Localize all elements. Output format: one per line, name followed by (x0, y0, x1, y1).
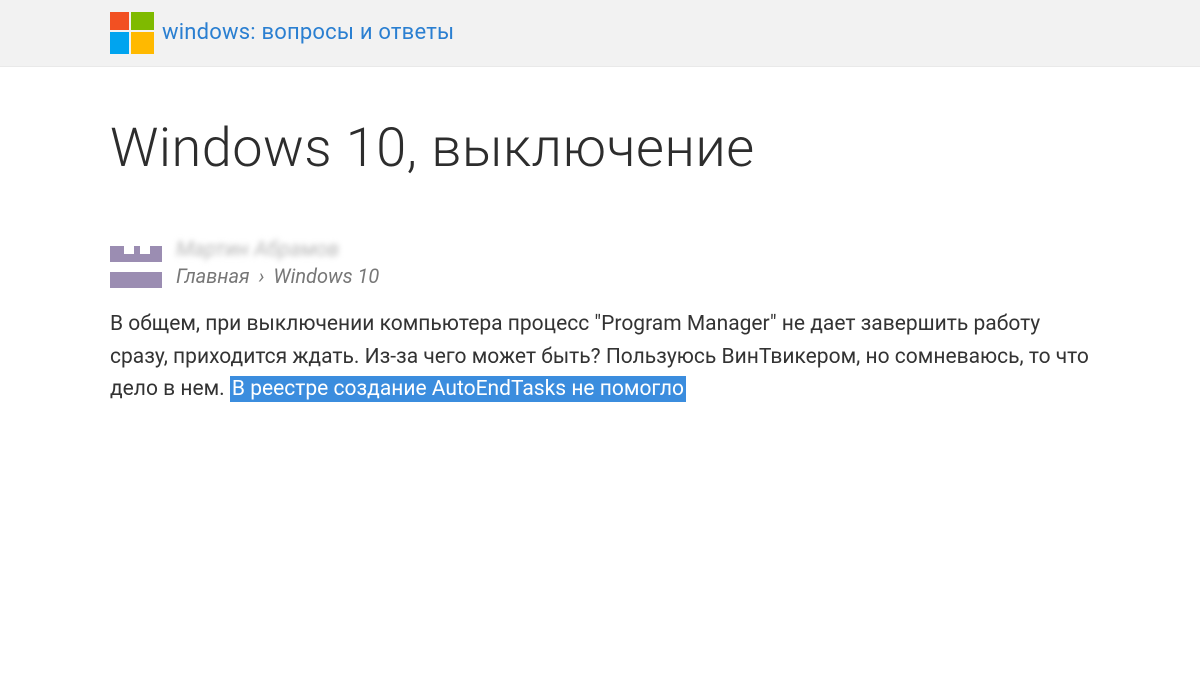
breadcrumb-separator: › (259, 264, 265, 288)
meta-text: Мартин Абрамов Главная › Windows 10 (176, 236, 379, 290)
windows-logo-icon (110, 12, 152, 52)
content: Windows 10, выключение Мартин Абрамов Гл… (110, 67, 1090, 406)
post-body-highlight: В реестре создание AutoEndTasks не помог… (230, 376, 686, 402)
page-title: Windows 10, выключение (110, 119, 1090, 178)
post-body: В общем, при выключении компьютера проце… (110, 308, 1090, 406)
topbar-inner: windows: вопросы и ответы (110, 12, 1090, 52)
author-name: Мартин Абрамов (176, 238, 379, 262)
topbar: windows: вопросы и ответы (0, 0, 1200, 67)
breadcrumb-category[interactable]: Windows 10 (273, 264, 379, 288)
site-title-link[interactable]: windows: вопросы и ответы (162, 20, 454, 45)
post-meta: Мартин Абрамов Главная › Windows 10 (110, 236, 1090, 290)
breadcrumb-home[interactable]: Главная (176, 264, 250, 288)
breadcrumb: Главная › Windows 10 (176, 262, 379, 290)
avatar (110, 236, 162, 288)
